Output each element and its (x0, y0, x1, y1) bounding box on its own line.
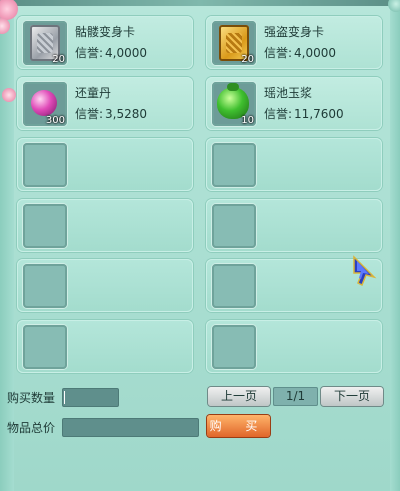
prev-page-button[interactable]: 上一页 (208, 387, 270, 406)
empty-shop-cell[interactable] (17, 138, 193, 191)
page-indicator: 1/1 (273, 387, 318, 406)
right-frame-border (390, 0, 400, 491)
item-slot[interactable]: 20 (212, 21, 256, 65)
empty-item-slot[interactable] (23, 264, 67, 308)
item-quantity: 300 (45, 115, 65, 126)
flower-decoration-icon (2, 88, 16, 102)
buy-button[interactable]: 购 买 (207, 415, 270, 437)
item-quantity: 20 (52, 54, 65, 65)
shop-item-youth-pill[interactable]: 300 还童丹 信誉: 3,5280 (17, 77, 193, 130)
price-label: 信誉: (264, 46, 293, 60)
price-label: 信誉: (75, 46, 104, 60)
price-label: 信誉: (75, 107, 104, 121)
purchase-quantity-label: 购买数量 (7, 391, 56, 405)
item-price: 信誉: 4,0000 (75, 44, 147, 61)
empty-item-slot[interactable] (212, 325, 256, 369)
item-name: 骷髅变身卡 (75, 25, 136, 39)
item-price: 信誉: 3,5280 (75, 105, 147, 122)
empty-shop-cell[interactable] (17, 259, 193, 312)
next-page-button[interactable]: 下一页 (321, 387, 383, 406)
purchase-quantity-input[interactable] (62, 388, 119, 407)
empty-shop-cell[interactable] (206, 199, 382, 252)
empty-item-slot[interactable] (23, 143, 67, 187)
item-slot[interactable]: 300 (23, 82, 67, 126)
item-price: 信誉: 11,7600 (264, 105, 344, 122)
top-frame-border (0, 0, 400, 6)
item-name: 还童丹 (75, 86, 112, 100)
price-value: 11,7600 (294, 107, 344, 121)
total-price-label: 物品总价 (7, 421, 56, 435)
shop-item-skeleton-card[interactable]: 20 骷髅变身卡 信誉: 4,0000 (17, 16, 193, 69)
item-name: 瑶池玉浆 (264, 86, 313, 100)
empty-shop-cell[interactable] (17, 320, 193, 373)
item-name: 强盗变身卡 (264, 25, 325, 39)
price-value: 3,5280 (105, 107, 148, 121)
empty-item-slot[interactable] (212, 264, 256, 308)
empty-item-slot[interactable] (212, 143, 256, 187)
text-caret (64, 391, 65, 404)
empty-shop-cell[interactable] (206, 138, 382, 191)
item-quantity: 10 (241, 115, 254, 126)
pink-pill-icon (31, 90, 57, 116)
total-price-field (62, 418, 199, 437)
left-frame-border (0, 0, 14, 491)
empty-item-slot[interactable] (212, 204, 256, 248)
item-quantity: 20 (241, 54, 254, 65)
price-label: 信誉: (264, 107, 293, 121)
empty-shop-cell[interactable] (206, 320, 382, 373)
shop-item-jade-nectar[interactable]: 10 瑶池玉浆 信誉: 11,7600 (206, 77, 382, 130)
item-price: 信誉: 4,0000 (264, 44, 336, 61)
empty-item-slot[interactable] (23, 325, 67, 369)
empty-item-slot[interactable] (23, 204, 67, 248)
item-slot[interactable]: 20 (23, 21, 67, 65)
empty-shop-cell[interactable] (17, 199, 193, 252)
price-value: 4,0000 (294, 46, 337, 60)
item-slot[interactable]: 10 (212, 82, 256, 126)
price-value: 4,0000 (105, 46, 148, 60)
shop-item-bandit-card[interactable]: 20 强盗变身卡 信誉: 4,0000 (206, 16, 382, 69)
mouse-cursor-icon (353, 255, 377, 287)
